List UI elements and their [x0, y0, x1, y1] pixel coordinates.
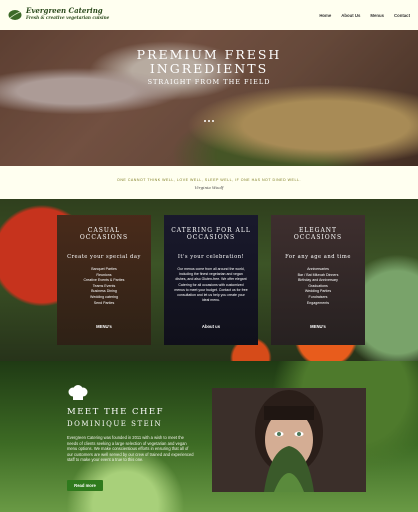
card-list: Anniversaries Bar / Bat Mitzvah Dinners … [271, 267, 365, 306]
quote-author: Virginia Woolf [194, 185, 224, 190]
hero-title-line-1: PREMIUM FRESH [136, 47, 282, 62]
chef-description: Evergreen Catering was founded in 2011 w… [67, 435, 194, 463]
menus-button[interactable]: MENU's [57, 324, 151, 329]
chef-portrait-illustration [212, 388, 366, 492]
list-item: Engagements [306, 300, 330, 305]
main-nav: Home About Us Menus Contact [319, 13, 410, 18]
hero-subtitle: STRAIGHT FROM THE FIELD [147, 78, 271, 86]
chef-hat-icon [68, 385, 88, 400]
quote-band [0, 166, 418, 199]
brand-tagline: Fresh & creative vegetarian cuisine [26, 15, 110, 20]
chef-name: DOMINIQUE STEIN [67, 420, 163, 428]
slider-dot[interactable] [208, 120, 210, 122]
list-item: Send Parties [93, 300, 115, 305]
chef-photo [212, 388, 366, 492]
card-title-line-2: OCCASIONS [293, 234, 343, 242]
leaf-logo-icon[interactable] [8, 9, 22, 21]
chef-heading: MEET THE CHEF [67, 407, 164, 417]
nav-about-us[interactable]: About Us [341, 13, 360, 18]
brand-name[interactable]: Evergreen Catering [26, 6, 103, 15]
nav-contact[interactable]: Contact [394, 13, 410, 18]
nav-menus[interactable]: Menus [370, 13, 384, 18]
slider-dots [204, 120, 214, 122]
menus-button[interactable]: MENU's [271, 324, 365, 329]
read-more-button[interactable]: Read more [67, 480, 103, 491]
hero-title-line-2: INGREDIENTS [149, 61, 269, 76]
site-header: Evergreen Catering Fresh & creative vege… [0, 0, 418, 30]
occasion-card-elegant: ELEGANT OCCASIONS For any age and time A… [271, 215, 365, 345]
card-title-line-2: OCCASIONS [79, 234, 129, 242]
card-title-line-1: CASUAL [87, 227, 121, 234]
occasion-card-all: CATERING FOR ALL OCCASIONS It's your cel… [164, 215, 258, 345]
card-title-line-1: CATERING FOR ALL [171, 227, 251, 234]
quote-text: ONE CANNOT THINK WELL, LOVE WELL, SLEEP … [117, 178, 301, 182]
about-us-button[interactable]: About us [164, 324, 258, 329]
card-subtitle: For any age and time [285, 254, 351, 260]
card-subtitle: It's your celebration! [177, 254, 245, 260]
card-title: ELEGANT OCCASIONS [271, 227, 365, 242]
card-title-line-1: ELEGANT [298, 227, 338, 234]
card-title: CASUAL OCCASIONS [57, 227, 151, 242]
card-subtitle: Create your special day [67, 254, 141, 260]
card-title-line-2: OCCASIONS [186, 234, 236, 242]
slider-dot[interactable] [212, 120, 214, 122]
occasion-card-casual: CASUAL OCCASIONS Create your special day… [57, 215, 151, 345]
card-title: CATERING FOR ALL OCCASIONS [164, 227, 258, 242]
nav-home[interactable]: Home [319, 13, 331, 18]
card-description: Our menus come from all around the world… [174, 267, 248, 303]
slider-dot[interactable] [204, 120, 206, 122]
card-list: Banquet Parties Reunions Creative Events… [57, 267, 151, 306]
